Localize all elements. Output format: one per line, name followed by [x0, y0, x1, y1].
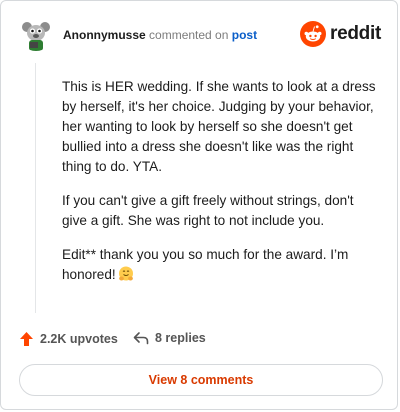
post-link[interactable]: post	[232, 28, 257, 42]
action-text: commented on	[149, 28, 229, 42]
replies-count: 8 replies	[155, 331, 206, 345]
comment-paragraph: If you can't give a gift freely without …	[62, 193, 354, 228]
upvote-button[interactable]: 2.2K upvotes	[19, 331, 118, 347]
replies-button[interactable]: 8 replies	[133, 331, 206, 345]
hugging-face-emoji-icon	[118, 266, 133, 281]
user-avatar[interactable]	[19, 17, 53, 51]
upvote-arrow-icon	[20, 332, 33, 346]
comment-paragraph-edit: Edit** thank you you so much for the awa…	[62, 245, 382, 285]
comment-footer: 2.2K upvotes 8 replies	[19, 331, 379, 351]
view-comments-button[interactable]: View 8 comments	[19, 364, 383, 396]
upvote-count: 2.2K upvotes	[40, 332, 118, 346]
comment-card: Anonnymusse commented on post reddit Thi…	[0, 0, 398, 410]
reply-arrow-icon	[133, 332, 149, 345]
reddit-logo[interactable]: reddit	[300, 20, 381, 48]
username-link[interactable]: Anonnymusse	[63, 28, 146, 42]
reddit-wordmark: reddit	[330, 23, 381, 44]
avatar-icon	[19, 17, 53, 51]
comment-paragraph: This is HER wedding. If she wants to loo…	[62, 79, 376, 174]
comment-edit-text: Edit** thank you you so much for the awa…	[62, 247, 349, 282]
thread-line	[35, 63, 36, 313]
comment-byline: Anonnymusse commented on post	[63, 28, 257, 42]
reddit-snoo-icon	[300, 21, 327, 47]
comment-body: This is HER wedding. If she wants to loo…	[62, 77, 382, 299]
comment-header: Anonnymusse commented on post reddit	[19, 17, 381, 51]
